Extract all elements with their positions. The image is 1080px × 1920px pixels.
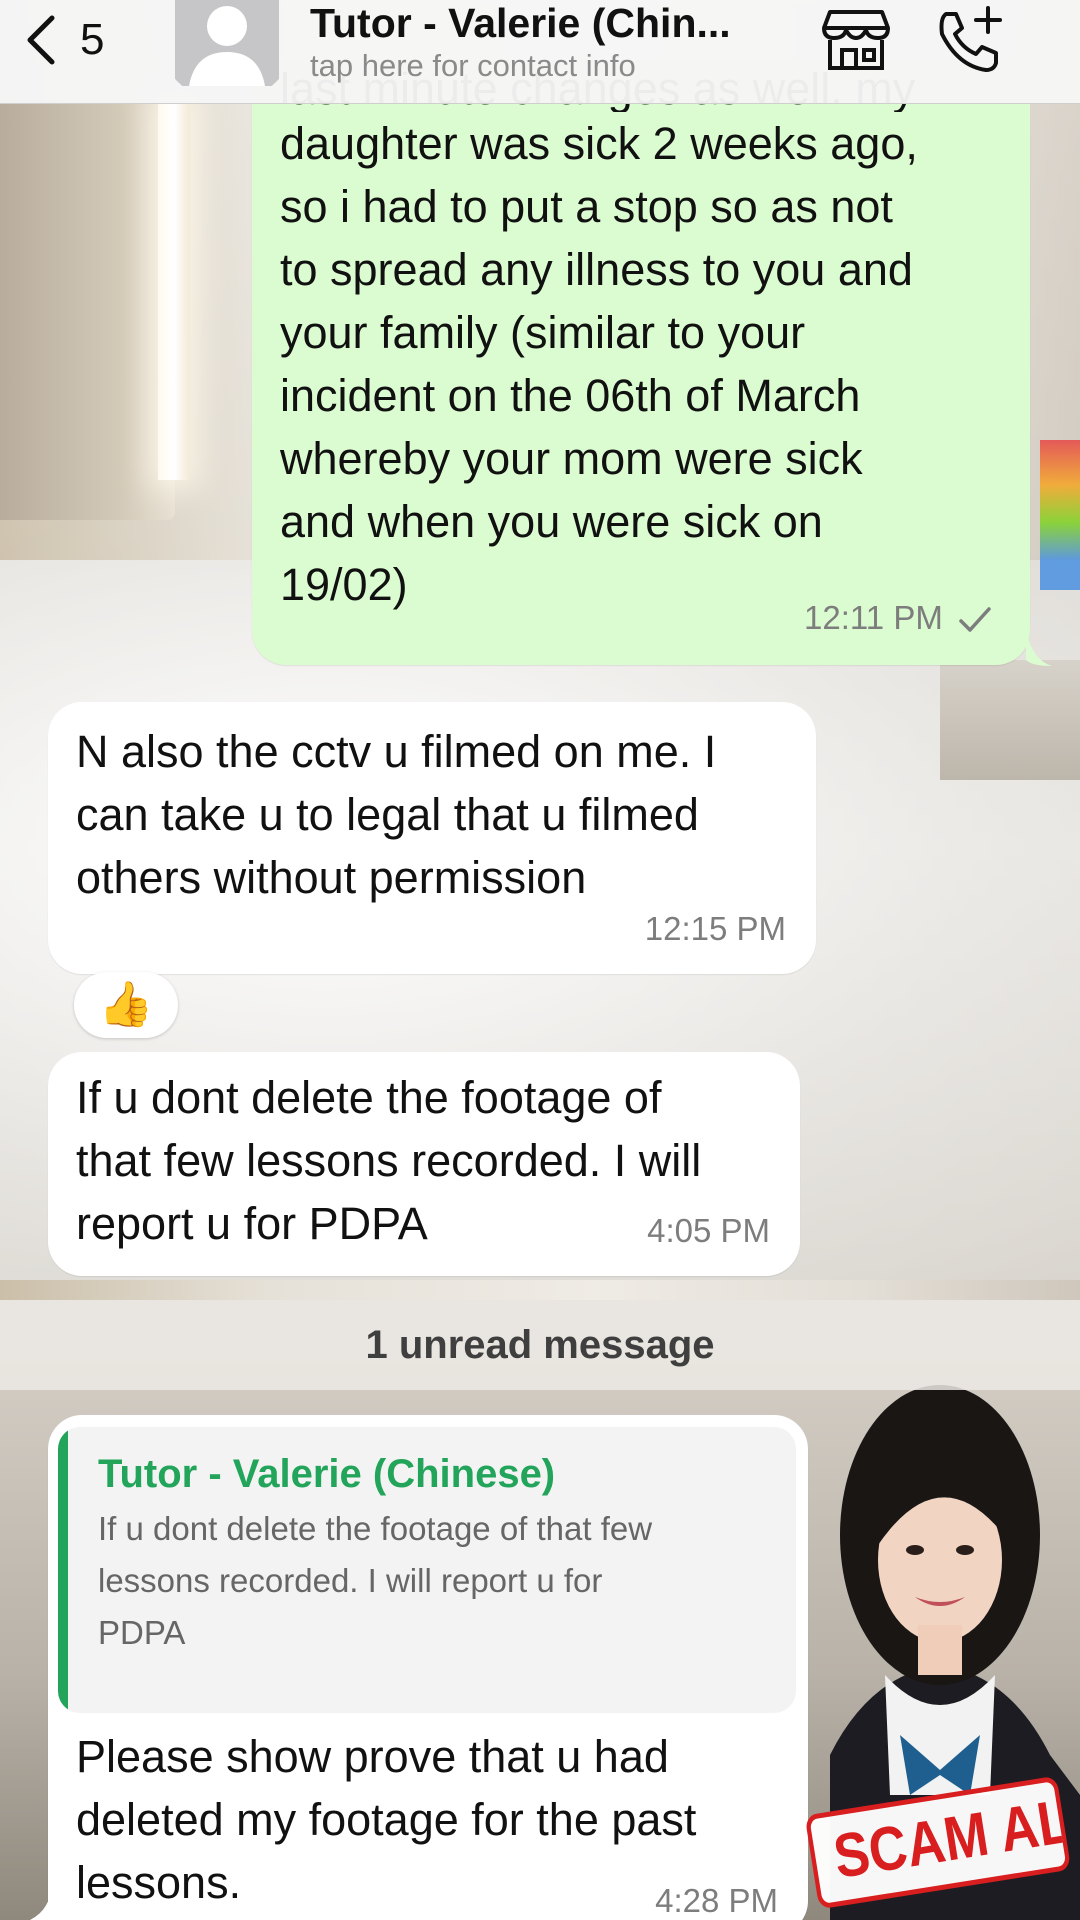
business-store-icon[interactable] xyxy=(818,6,894,72)
message-time: 4:28 PM xyxy=(655,1882,778,1919)
check-icon xyxy=(959,607,991,633)
message-time: 4:05 PM xyxy=(647,1212,770,1249)
thumbs-up-reaction[interactable]: 👍 xyxy=(74,972,178,1038)
message-text: N also the cctv u filmed on me. I can ta… xyxy=(76,726,717,903)
quote-accent-bar xyxy=(58,1427,68,1713)
message-outgoing[interactable]: last minute changes as well. my daughter… xyxy=(252,60,1030,665)
contact-info-hint[interactable]: tap here for contact info xyxy=(310,48,636,84)
bubble-tail xyxy=(30,1885,60,1920)
wallpaper-headboard xyxy=(0,100,175,520)
wallpaper-bag xyxy=(1040,440,1080,590)
message-incoming[interactable]: If u dont delete the footage of that few… xyxy=(48,1052,800,1276)
unread-chats-count: 5 xyxy=(80,15,105,64)
message-time: 12:15 PM xyxy=(644,910,786,947)
chevron-left-icon xyxy=(27,15,55,65)
back-button[interactable]: 5 xyxy=(22,10,104,70)
unread-divider: 1 unread message xyxy=(0,1300,1080,1390)
wallpaper-lamp xyxy=(158,100,190,480)
message-time: 12:11 PM xyxy=(804,599,943,636)
bubble-tail xyxy=(1026,630,1052,666)
chat-header: 5 Tutor - Valerie (Chin... tap here for … xyxy=(0,0,1080,104)
message-text: daughter was sick 2 weeks ago, so i had … xyxy=(280,118,918,610)
contact-name[interactable]: Tutor - Valerie (Chin... xyxy=(310,0,731,47)
quoted-text: If u dont delete the footage of that few… xyxy=(98,1510,653,1651)
message-incoming[interactable]: N also the cctv u filmed on me. I can ta… xyxy=(48,702,816,974)
add-call-icon[interactable] xyxy=(932,4,1006,74)
message-meta: 12:11 PM xyxy=(804,586,992,649)
message-incoming-reply[interactable]: Tutor - Valerie (Chinese) If u dont dele… xyxy=(48,1415,808,1920)
quoted-message[interactable]: Tutor - Valerie (Chinese) If u dont dele… xyxy=(58,1427,796,1713)
avatar-placeholder-icon[interactable] xyxy=(175,0,279,86)
wallpaper-shelf xyxy=(940,660,1080,780)
quoted-author: Tutor - Valerie (Chinese) xyxy=(98,1452,556,1496)
